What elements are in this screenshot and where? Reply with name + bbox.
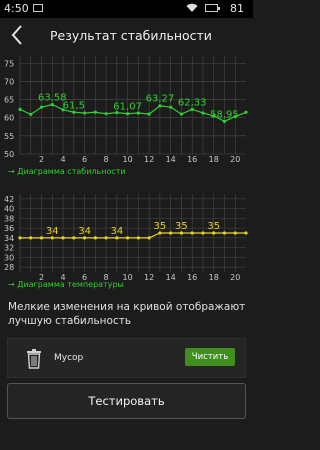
x-tick-label: 10: [123, 155, 133, 164]
y-tick-label: 60: [4, 114, 14, 123]
data-point: [179, 112, 184, 116]
x-tick-label: 20: [230, 155, 240, 164]
temperature-chart-svg: → Диаграмма температуры 4240383634323028…: [4, 194, 248, 289]
battery-percent: 81: [230, 2, 244, 15]
data-point: [104, 112, 108, 116]
y-tick-label: 42: [4, 195, 14, 204]
data-point: [201, 111, 205, 115]
temperature-value-label: 35: [207, 221, 220, 232]
y-tick-label: 40: [4, 205, 14, 214]
y-tick-label: 34: [4, 234, 14, 243]
x-tick-label: 4: [61, 273, 66, 282]
x-tick-label: 8: [104, 155, 109, 164]
status-time: 4:50: [4, 2, 29, 15]
x-tick-label: 20: [230, 273, 240, 282]
temperature-value-label: 34: [78, 226, 91, 237]
stability-value-label: 62,33: [178, 97, 207, 108]
data-point: [18, 107, 22, 111]
x-tick-label: 16: [187, 273, 197, 282]
x-tick-label: 6: [82, 273, 87, 282]
x-tick-label: 12: [144, 273, 154, 282]
stability-note: Мелкие изменения на кривой отображают лу…: [8, 301, 246, 327]
stability-chart-svg: → Диаграмма стабильности 75 70 65 60 55 50 2 4 6…: [4, 56, 248, 176]
y-tick-label: 65: [4, 96, 14, 105]
trash-card: Мусор Чистить: [7, 338, 246, 378]
data-point: [147, 112, 151, 116]
temperature-value-label: 35: [154, 221, 167, 232]
stability-value-label: 63,27: [146, 94, 175, 105]
x-tick-label: 4: [61, 155, 66, 164]
x-tick-label: 6: [82, 155, 87, 164]
data-point: [136, 236, 140, 240]
x-tick-label: 16: [187, 155, 197, 164]
trash-icon: [27, 349, 41, 369]
x-tick-label: 14: [166, 155, 176, 164]
x-tick-label: 18: [209, 155, 219, 164]
x-tick-label: 8: [104, 273, 109, 282]
stability-value-label: 61,07: [113, 102, 142, 113]
y-tick-label: 50: [4, 150, 14, 159]
data-point: [39, 105, 44, 109]
data-point: [201, 231, 205, 235]
y-tick-label: 36: [4, 224, 14, 233]
y-tick-label: 55: [4, 132, 14, 141]
data-point: [61, 236, 65, 240]
temperature-value-label: 34: [46, 226, 59, 237]
x-tick-label: 2: [39, 155, 44, 164]
y-tick-label: 75: [4, 59, 14, 68]
data-point: [126, 236, 130, 240]
data-point: [93, 110, 97, 114]
y-tick-label: 32: [4, 244, 14, 253]
temperature-chart: → Диаграмма температуры 42 40 38 36 34 32 30 28…: [0, 192, 253, 292]
data-point: [29, 236, 33, 240]
data-point: [147, 236, 151, 240]
data-point: [104, 236, 108, 240]
page-title: Результат стабильности: [50, 28, 212, 43]
data-point: [93, 236, 97, 240]
stability-value-label: 61,5: [63, 100, 85, 111]
chevron-left-icon[interactable]: [8, 24, 28, 46]
status-bar: 4:50 81: [0, 0, 253, 18]
data-point: [244, 110, 248, 114]
data-point: [190, 231, 194, 235]
temperature-value-label: 34: [110, 226, 123, 237]
header: Результат стабильности: [0, 18, 253, 54]
test-button[interactable]: Тестировать: [7, 383, 246, 419]
stability-legend: → Диаграмма стабильности: [8, 167, 126, 176]
x-tick-label: 2: [39, 273, 44, 282]
x-tick-label: 12: [144, 155, 154, 164]
x-tick-label: 14: [166, 273, 176, 282]
data-point: [244, 231, 248, 235]
data-point: [29, 112, 33, 117]
wifi-icon: [186, 3, 198, 12]
data-point: [72, 236, 76, 240]
data-point: [169, 105, 173, 109]
temperature-value-label: 35: [175, 221, 188, 232]
y-tick-label: 28: [4, 263, 14, 272]
y-tick-label: 70: [4, 77, 14, 86]
x-tick-label: 18: [209, 273, 219, 282]
data-point: [169, 231, 173, 235]
data-point: [233, 231, 237, 235]
stability-value-label: 58,95: [210, 109, 239, 120]
data-point: [18, 236, 22, 240]
y-tick-label: 30: [4, 253, 14, 262]
stability-chart: → Диаграмма стабильности 75 70 65 60 55 50 2 4 6…: [0, 54, 253, 182]
battery-icon: [205, 4, 220, 12]
clean-button[interactable]: Чистить: [185, 348, 235, 366]
data-point: [222, 231, 227, 235]
x-tick-label: 10: [123, 273, 133, 282]
data-point: [82, 111, 87, 115]
data-point: [39, 236, 44, 240]
image-icon: [33, 4, 43, 12]
y-tick-label: 38: [4, 214, 14, 223]
trash-label: Мусор: [54, 353, 84, 363]
